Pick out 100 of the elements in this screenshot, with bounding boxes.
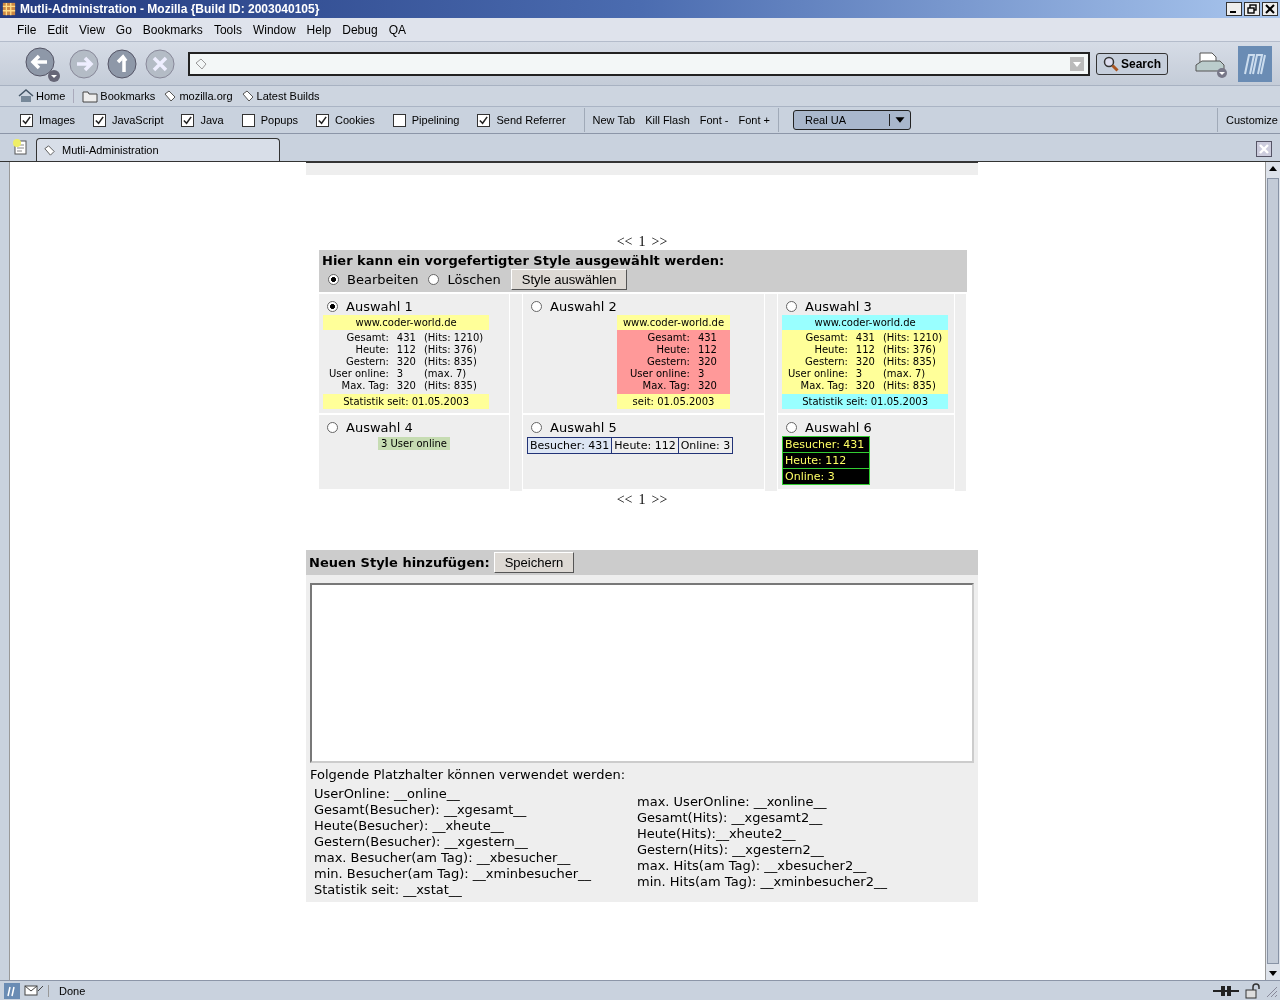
checkbox[interactable]: [241, 113, 255, 127]
stat-value: 112: [697, 344, 718, 356]
stat-extra: (Hits: 835): [882, 380, 937, 392]
placeholder-entry: Gesamt(Besucher): __xgesamt__: [314, 802, 528, 818]
stat-extra: (Hits: 835): [882, 356, 937, 368]
site-header: www.coder-world.de: [782, 315, 949, 330]
browser-tab[interactable]: Mutli-Administration: [36, 138, 280, 161]
radio-button[interactable]: [531, 301, 542, 312]
panel-heading: Neuen Style hinzufügen:: [309, 555, 490, 570]
radio-button[interactable]: [786, 301, 797, 312]
radio-button[interactable]: [328, 274, 339, 285]
stat-label: User online:: [788, 368, 848, 380]
menu-item[interactable]: QA: [388, 22, 406, 37]
bookmark-icon[interactable]: [163, 89, 178, 103]
checkbox[interactable]: [181, 113, 195, 127]
scroll-thumb[interactable]: [1267, 178, 1279, 964]
menu-item[interactable]: Edit: [47, 22, 69, 37]
restore-icon[interactable]: [1244, 2, 1260, 16]
checkbox[interactable]: [392, 113, 406, 127]
toolbar-button[interactable]: Kill Flash: [643, 114, 692, 126]
stat-extra: (max. 7): [423, 368, 468, 380]
stop-icon[interactable]: [144, 47, 176, 80]
radio-button[interactable]: [428, 274, 440, 285]
pager-link[interactable]: >>: [651, 491, 668, 508]
stat-extra: (Hits: 835): [423, 356, 478, 368]
checkbox[interactable]: [93, 113, 107, 127]
customize-button[interactable]: Customize: [1224, 114, 1280, 126]
bookmark-link[interactable]: Home: [36, 90, 66, 102]
folder-icon[interactable]: [82, 89, 99, 103]
menu-item[interactable]: File: [17, 22, 37, 37]
checkbox[interactable]: [316, 113, 329, 127]
search-button[interactable]: Search: [1095, 52, 1168, 75]
checkbox-label: Java: [200, 114, 224, 126]
pager-link[interactable]: >>: [651, 233, 668, 250]
menu-item[interactable]: Bookmarks: [142, 22, 203, 37]
stat-label: Gesamt:: [345, 332, 389, 344]
menu-item[interactable]: Window: [252, 22, 296, 37]
menu-item[interactable]: Debug: [342, 22, 378, 37]
status-text: Done: [48, 984, 86, 997]
bookmark-link[interactable]: Bookmarks: [100, 90, 156, 102]
counter-cell: Online: 3: [677, 438, 733, 453]
stat-label: Gestern:: [345, 356, 389, 368]
placeholder-entry: Gestern(Hits): __xgestern2__: [637, 842, 825, 858]
placeholder-entry: Heute(Hits):__xheute2__: [637, 826, 797, 842]
connection-icon: [1212, 983, 1240, 998]
page-number[interactable]: 1: [638, 233, 646, 250]
radio-button[interactable]: [327, 422, 338, 433]
menu-item[interactable]: Tools: [213, 22, 242, 37]
placeholder-entry: Heute(Besucher): __xheute__: [314, 818, 505, 834]
url-field[interactable]: [188, 51, 1090, 76]
stat-value: 3: [855, 368, 864, 380]
radio-label: Auswahl 1: [346, 299, 413, 314]
close-icon[interactable]: [1262, 2, 1278, 16]
stat-label: Gesamt:: [646, 332, 690, 344]
forward-icon[interactable]: [68, 47, 100, 80]
radio-button[interactable]: [786, 422, 797, 433]
radio-label: Auswahl 2: [550, 299, 617, 314]
page-number[interactable]: 1: [638, 491, 646, 508]
counter-cell-text: Online: 3: [784, 469, 836, 484]
checkbox[interactable]: [477, 113, 491, 127]
mail-icon[interactable]: [24, 982, 44, 999]
menu-item[interactable]: Go: [115, 22, 132, 37]
minimize-icon[interactable]: [1226, 2, 1242, 16]
placeholder-entry: min. Besucher(am Tag): __xminbesucher__: [314, 866, 593, 882]
select-style-button[interactable]: Style auswählen: [510, 269, 628, 290]
new-tab-icon[interactable]: [12, 138, 30, 156]
save-button[interactable]: Speichern: [493, 552, 575, 573]
checkbox-label: Send Referrer: [496, 114, 566, 126]
stat-label: Max. Tag:: [799, 380, 848, 392]
radio-label: Auswahl 3: [805, 299, 872, 314]
window-title: Mutli-Administration - Mozilla {Build ID: 2003040105}: [20, 2, 321, 16]
menu-item[interactable]: View: [79, 22, 105, 37]
logo-icon[interactable]: [1238, 45, 1272, 82]
home-icon[interactable]: [18, 89, 34, 103]
close-tab-icon[interactable]: [1256, 141, 1272, 157]
menu-item[interactable]: Help: [306, 22, 332, 37]
bookmark-icon[interactable]: [240, 89, 255, 103]
toolbar-button[interactable]: Font -: [697, 114, 731, 126]
logo-icon[interactable]: [4, 982, 20, 999]
stat-value: 320: [855, 380, 875, 392]
bookmark-link[interactable]: mozilla.org: [179, 90, 233, 102]
stats-footer: seit: 01.05.2003: [616, 394, 731, 409]
pager-link[interactable]: <<: [616, 233, 633, 250]
reload-icon[interactable]: [106, 47, 138, 80]
radio-button[interactable]: [327, 301, 338, 312]
checkbox[interactable]: [20, 113, 33, 127]
stat-value: 3: [396, 368, 405, 380]
scrollbar[interactable]: [1265, 162, 1280, 980]
stat-extra: (Hits: 1210): [423, 332, 484, 344]
radio-button[interactable]: [531, 422, 542, 433]
stat-label: Gestern:: [646, 356, 690, 368]
toolbar-button[interactable]: Font +: [736, 114, 772, 126]
placeholder-entry: UserOnline: __online__: [314, 786, 461, 802]
user-agent-select[interactable]: Real UA: [793, 110, 911, 130]
pager-link[interactable]: <<: [616, 491, 633, 508]
stat-label: Heute:: [354, 344, 389, 356]
placeholder-entry: max. UserOnline: __xonline__: [637, 794, 828, 810]
bookmark-link[interactable]: Latest Builds: [256, 90, 320, 102]
grid-icon: [2, 2, 16, 16]
toolbar-button[interactable]: New Tab: [590, 114, 638, 126]
